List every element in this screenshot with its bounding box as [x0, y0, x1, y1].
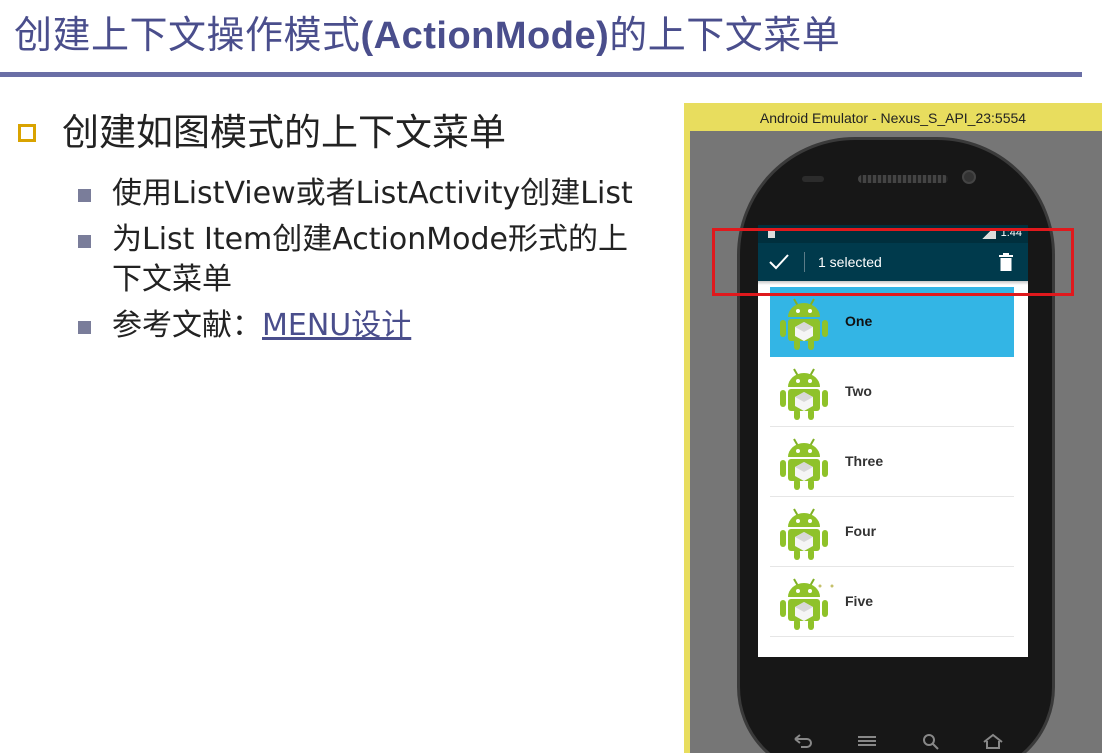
list-item[interactable]: Three [770, 427, 1014, 497]
sub-bullet-list: 使用ListView或者ListActivity创建List 为List Ite… [16, 174, 656, 346]
main-bullet: 创建如图模式的上下文菜单 [16, 110, 656, 156]
sub-bullet-item: 参考文献：MENU设计 [16, 306, 656, 346]
phone-nav-bar [792, 730, 1010, 753]
square-bullet-icon [78, 235, 91, 248]
reference-prefix: 参考文献： [112, 308, 262, 343]
phone-sensor [802, 176, 824, 182]
emulator-body: 1:44 1 selected One Two Three Four Five [690, 131, 1102, 753]
list-item-label: One [845, 313, 873, 329]
list-item[interactable]: Five [770, 567, 1014, 637]
list-item[interactable]: Four [770, 497, 1014, 567]
android-robot-icon [780, 438, 828, 490]
search-icon[interactable] [920, 732, 942, 750]
reference-link[interactable]: MENU设计 [262, 308, 411, 343]
hollow-square-bullet-icon [18, 124, 36, 142]
sub-bullet-item: 为List Item创建ActionMode形式的上下文菜单 [16, 220, 656, 300]
android-robot-icon [780, 298, 828, 350]
list-item-label: Five [845, 593, 874, 609]
title-text-bold: (ActionMode) [360, 15, 610, 57]
sub-bullet-text: 为List Item创建ActionMode形式的上下文菜单 [112, 222, 628, 297]
list-view: One Two Three Four Five [770, 287, 1014, 637]
list-item[interactable]: Two [770, 357, 1014, 427]
sub-bullet-item: 使用ListView或者ListActivity创建List [16, 174, 656, 214]
home-icon[interactable] [982, 732, 1004, 750]
back-icon[interactable] [792, 732, 814, 750]
main-bullet-text: 创建如图模式的上下文菜单 [62, 111, 506, 154]
list-item-label: Four [845, 523, 877, 539]
android-robot-icon [780, 508, 828, 560]
list-item[interactable]: One [770, 287, 1014, 357]
square-bullet-icon [78, 321, 91, 334]
list-item-label: Three [845, 453, 884, 469]
list-item-label: Two [845, 383, 872, 399]
emulator-title-bar: Android Emulator - Nexus_S_API_23:5554 [759, 110, 1027, 126]
title-text-part2: 的上下文菜单 [609, 13, 841, 57]
phone-speaker [858, 175, 948, 183]
slide-title: 创建上下文操作模式(ActionMode)的上下文菜单 [14, 10, 840, 60]
menu-icon[interactable] [856, 732, 878, 750]
title-text-part1: 创建上下文操作模式 [14, 13, 361, 57]
phone-camera [962, 170, 976, 184]
title-divider [0, 72, 1082, 77]
android-robot-icon [780, 368, 828, 420]
square-bullet-icon [78, 189, 91, 202]
bullet-list: 创建如图模式的上下文菜单 使用ListView或者ListActivity创建L… [16, 110, 656, 352]
highlight-box [712, 228, 1074, 296]
emulator-window: Android Emulator - Nexus_S_API_23:5554 1… [684, 103, 1102, 753]
next-item-peek [818, 584, 834, 588]
sub-bullet-text: 使用ListView或者ListActivity创建List [112, 176, 633, 211]
